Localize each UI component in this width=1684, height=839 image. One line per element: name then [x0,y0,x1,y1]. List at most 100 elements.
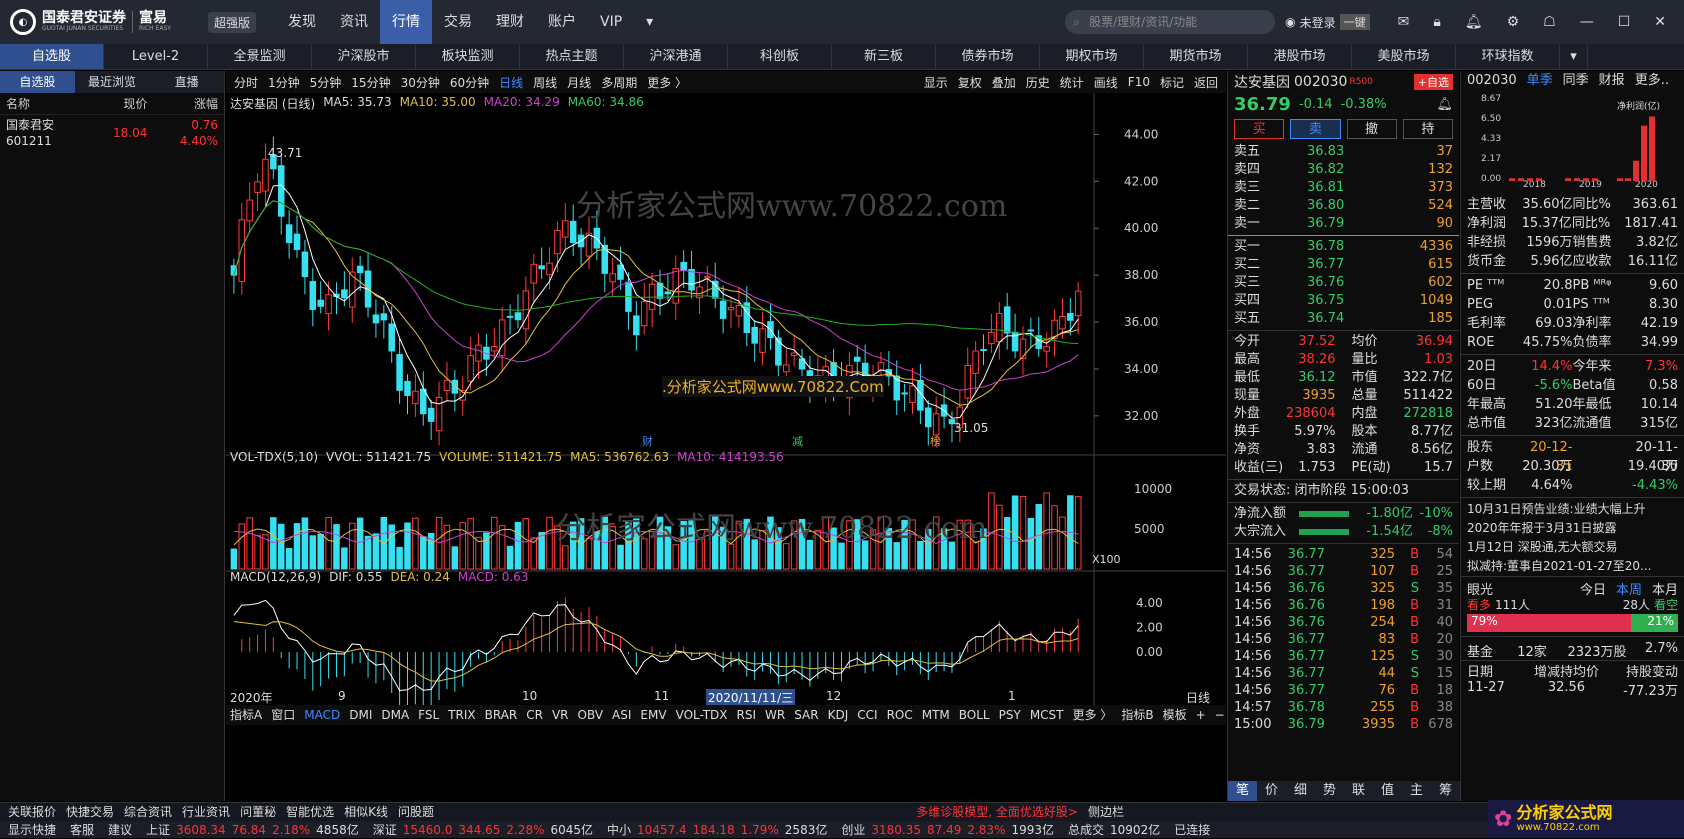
eye-tab-month[interactable]: 本月 [1652,579,1678,598]
news-item[interactable]: 1月12日 深股通,无大额交易 [1461,538,1684,557]
ask-row[interactable]: 卖二 36.80 524 [1228,197,1459,215]
period-intraday[interactable]: 分时 [234,74,258,91]
tab-hk-connect[interactable]: 沪深港通 [624,44,728,69]
period-weekly[interactable]: 周线 [533,74,557,91]
tab-level2[interactable]: Level-2 [104,44,208,69]
tab-star-market[interactable]: 科创板 [728,44,832,69]
quick-link[interactable]: 客服 [70,821,94,839]
tab-panorama[interactable]: 全景监测 [208,44,312,69]
tool-history[interactable]: 历史 [1026,74,1050,91]
col-change[interactable]: 涨幅 [147,93,218,114]
indicator-tab[interactable]: SAR [794,705,818,725]
nav-vip[interactable]: VIP [588,0,634,44]
bottom-link[interactable]: 关联报价 [8,803,56,821]
bid-row[interactable]: 买二 36.77 615 [1228,256,1459,274]
indicator-tab[interactable]: PSY [999,705,1021,725]
tab-bond[interactable]: 债券市场 [936,44,1040,69]
promo-link[interactable]: 多维诊股模型, 全面优选好股> [916,803,1078,821]
tool-display[interactable]: 显示 [924,74,948,91]
tool-mark[interactable]: 标记 [1160,74,1184,91]
bid-row[interactable]: 买一 36.78 4336 [1228,238,1459,256]
watchlist-row[interactable]: 国泰君安 601211 18.04 0.76 4.40% [0,115,224,151]
close-icon[interactable]: ✕ [1654,14,1666,30]
indicator-tab[interactable]: CCI [857,705,877,725]
nav-finance[interactable]: 理财 [484,0,536,44]
left-tab-live[interactable]: 直播 [149,71,224,93]
indicator-tab[interactable]: 模板 [1163,705,1187,725]
indicator-tab[interactable]: − [1215,705,1225,725]
lock-icon[interactable]: 🔒︎ [1433,14,1440,30]
left-tab-watchlist[interactable]: 自选股 [0,71,75,93]
add-watchlist-button[interactable]: +自选 [1413,74,1453,90]
version-badge[interactable]: 超强版 [208,11,257,33]
quote-tab[interactable]: 联 [1344,781,1373,801]
tab-hs-market[interactable]: 沪深股市 [312,44,416,69]
indicator-tab[interactable]: ROC [887,705,913,725]
news-item[interactable]: 10月31日预告业绩:业绩大幅上升 [1461,500,1684,519]
eye-tab-today[interactable]: 今日 [1580,579,1606,598]
indicator-tab[interactable]: RSI [737,705,757,725]
quote-tab[interactable]: 价 [1257,781,1286,801]
indicator-tab[interactable]: 指标B [1121,705,1153,725]
bottom-link[interactable]: 相似K线 [344,803,388,821]
position-button[interactable]: 持 [1402,119,1453,139]
indicator-tab[interactable]: DMA [381,705,409,725]
tool-back[interactable]: 返回 [1194,74,1226,91]
marker-reduce[interactable]: 减 [792,433,803,449]
mail-icon[interactable]: ✉ [1398,14,1410,30]
nav-news[interactable]: 资讯 [328,0,380,44]
f10-tab-quarter[interactable]: 单季 [1527,73,1553,89]
index-name[interactable]: 深证 [373,821,397,839]
sell-button[interactable]: 卖 [1290,119,1341,139]
bottom-link[interactable]: 快捷交易 [66,803,114,821]
tab-options[interactable]: 期权市场 [1040,44,1144,69]
f10-tab-report[interactable]: 财报 [1599,73,1625,89]
marker-finance[interactable]: 财 [642,433,653,449]
tool-draw[interactable]: 画线 [1094,74,1118,91]
maximize-icon[interactable]: ☐ [1618,14,1631,30]
kline-chart-area[interactable]: 分时 1分钟 5分钟 15分钟 30分钟 60分钟 日线 周线 月线 多周期 更… [226,71,1226,801]
nav-discover[interactable]: 发现 [276,0,328,44]
quick-link[interactable]: 显示快捷 [8,821,56,839]
indicator-tab[interactable]: TRIX [448,705,475,725]
ask-row[interactable]: 卖一 36.79 90 [1228,215,1459,233]
bottom-link[interactable]: 问董秘 [240,803,276,821]
indicator-tab[interactable]: ASI [612,705,631,725]
indicator-tab[interactable]: OBV [578,705,604,725]
indicator-tab[interactable]: 更多 〉 [1073,705,1113,725]
indicator-tab[interactable]: CR [526,705,543,725]
marker-rank[interactable]: 榜 [930,433,941,449]
tab-global-index[interactable]: 环球指数 [1456,44,1560,69]
period-60min[interactable]: 60分钟 [450,74,489,91]
bid-row[interactable]: 买三 36.76 602 [1228,274,1459,292]
period-monthly[interactable]: 月线 [567,74,591,91]
tabs-more-chevron-icon[interactable]: ▾ [1560,44,1588,69]
indicator-tab[interactable]: VOL-TDX [676,705,728,725]
indicator-tab[interactable]: 指标A [230,705,262,725]
indicator-tab[interactable]: EMV [640,705,666,725]
period-1min[interactable]: 1分钟 [268,74,300,91]
news-item[interactable]: 2020年年报于3月31日披露 [1461,519,1684,538]
tool-adjust[interactable]: 复权 [958,74,982,91]
indicator-tab[interactable]: WR [765,705,785,725]
tab-hot-topics[interactable]: 热点主题 [520,44,624,69]
tab-futures[interactable]: 期货市场 [1144,44,1248,69]
bottom-link[interactable]: 综合资讯 [124,803,172,821]
bottom-link[interactable]: 问股题 [398,803,434,821]
period-5min[interactable]: 5分钟 [310,74,342,91]
f10-tab-more[interactable]: 更多.. [1635,73,1669,89]
tab-us-stocks[interactable]: 美股市场 [1352,44,1456,69]
nav-account[interactable]: 账户 [536,0,588,44]
index-name[interactable]: 上证 [146,821,170,839]
f10-tab-yoy[interactable]: 同季 [1563,73,1589,89]
bell-alert-icon[interactable]: 🔔︎ [1436,97,1453,112]
tab-watchlist[interactable]: 自选股 [0,44,104,69]
indicator-tab[interactable]: VR [552,705,569,725]
tab-sector-monitor[interactable]: 板块监测 [416,44,520,69]
bid-row[interactable]: 买五 36.74 185 [1228,310,1459,328]
tool-stats[interactable]: 统计 [1060,74,1084,91]
indicator-tab[interactable]: FSL [418,705,439,725]
news-item[interactable]: 拟减持:董事自2021-01-27至20... [1461,557,1684,576]
col-price[interactable]: 现价 [77,93,147,114]
ask-row[interactable]: 卖五 36.83 37 [1228,143,1459,161]
